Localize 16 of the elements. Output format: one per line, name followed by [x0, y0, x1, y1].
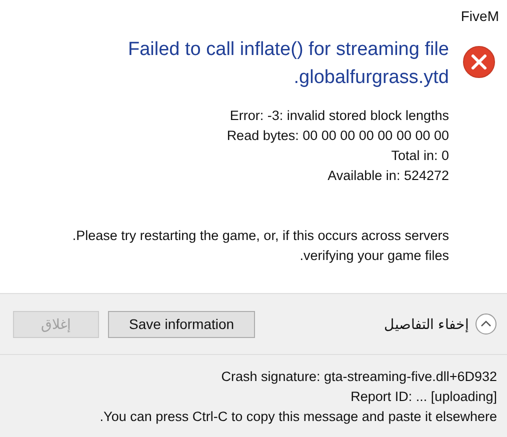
window-title: FiveM — [460, 8, 499, 24]
error-detail: Error: -3: invalid stored block lengths — [230, 107, 449, 125]
error-heading: .globalfurgrass.ytd — [294, 66, 449, 90]
toggle-label: إخفاء التفاصيل — [384, 316, 469, 332]
error-icon — [463, 46, 495, 78]
footer-text: Crash signature: gta-streaming-five.dll+6D932 — [221, 368, 497, 386]
details-toggle[interactable]: إخفاء التفاصيل — [384, 313, 497, 335]
message-text: .Please try restarting the game, or, if this occurs across servers — [72, 227, 449, 245]
error-heading: Failed to call inflate() for streaming file — [128, 38, 449, 62]
error-detail: Total in: 0 — [391, 147, 449, 165]
footer-text: .You can press Ctrl-C to copy this message and paste it elsewhere — [100, 408, 497, 426]
footer-text: Report ID: ... [uploading] — [350, 388, 497, 406]
message-text: .verifying your game files — [300, 247, 449, 265]
save-button[interactable]: Save information — [108, 310, 256, 338]
error-detail: Available in: 524272 — [328, 167, 449, 185]
error-detail: Read bytes: 00 00 00 00 00 00 00 00 — [226, 127, 449, 145]
